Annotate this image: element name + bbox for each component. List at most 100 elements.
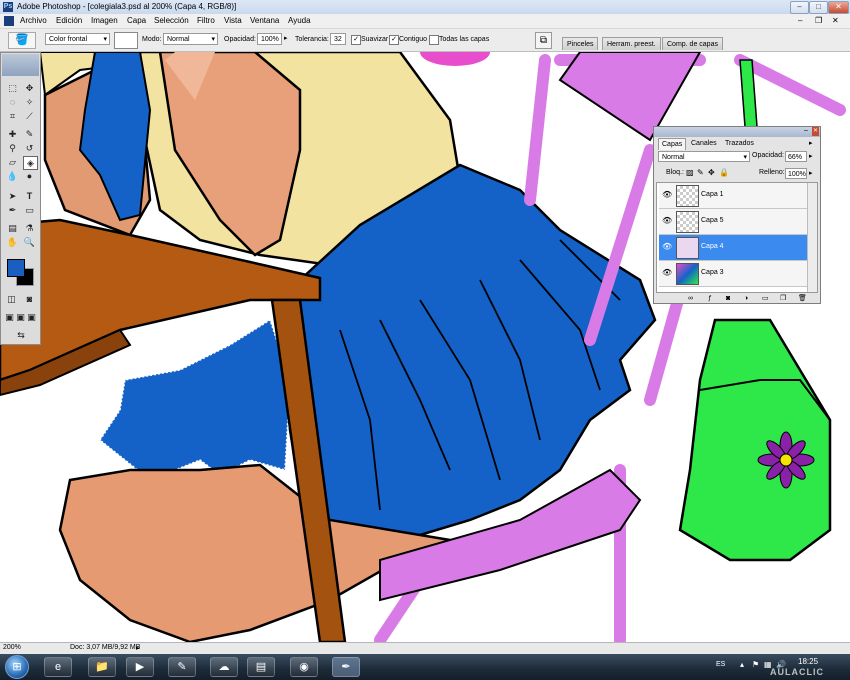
menu-archivo[interactable]: Archivo (20, 16, 47, 25)
tab-capas[interactable]: Capas (658, 138, 687, 150)
layer-row-capa-3[interactable]: 👁 Capa 3 (659, 261, 815, 287)
doc-close-icon[interactable]: ✕ (832, 16, 839, 25)
move-tool-icon[interactable]: ✥ (23, 82, 36, 94)
layer-style-icon[interactable]: ƒ (708, 294, 712, 303)
paint-bucket-tool-icon[interactable]: ◈ (23, 156, 38, 170)
history-brush-tool-icon[interactable]: ↺ (23, 142, 36, 154)
all-layers-checkbox[interactable] (429, 35, 439, 45)
taskbar-ie[interactable]: e (44, 657, 72, 677)
blur-tool-icon[interactable]: 💧 (6, 170, 19, 182)
document-icon[interactable] (4, 16, 14, 26)
magic-wand-tool-icon[interactable]: ✧ (23, 96, 36, 108)
layers-panel-titlebar[interactable]: – ✕ (654, 127, 820, 137)
maximize-button[interactable]: □ (809, 1, 828, 14)
lock-position-icon[interactable]: ✥ (708, 168, 715, 177)
screen-mode-standard-icon[interactable]: ▣ (4, 311, 15, 323)
quick-mask-icon[interactable]: ◙ (23, 293, 36, 305)
type-tool-icon[interactable]: T (23, 190, 36, 202)
foreground-color-swatch[interactable] (7, 259, 25, 277)
panel-opacity-arrow-icon[interactable]: ▸ (809, 152, 813, 160)
mode-select[interactable]: Normal ▾ (163, 33, 218, 45)
tray-arrow-icon[interactable]: ▴ (740, 660, 744, 669)
layer-mask-icon[interactable]: ◙ (726, 294, 730, 303)
tool-preset-picker[interactable]: 🪣 (8, 32, 36, 49)
link-layers-icon[interactable]: ∞ (688, 294, 693, 303)
menu-filtro[interactable]: Filtro (197, 16, 215, 25)
menu-edicion[interactable]: Edición (56, 16, 82, 25)
marquee-tool-icon[interactable]: ⬚ (6, 82, 19, 94)
lock-all-icon[interactable]: 🔒 (719, 168, 729, 177)
slice-tool-icon[interactable]: ⟋ (23, 110, 36, 122)
shape-tool-icon[interactable]: ▭ (23, 204, 36, 216)
contiguous-checkbox[interactable]: ✓ (389, 35, 399, 45)
layer-row-capa-1[interactable]: 👁 Capa 1 (659, 183, 815, 209)
tab-pinceles[interactable]: Pinceles (562, 37, 599, 50)
pen-tool-icon[interactable]: ✒ (6, 204, 19, 216)
clock-time[interactable]: 18:25 (798, 657, 818, 666)
trash-icon[interactable]: 🗑 (798, 294, 807, 303)
lock-image-icon[interactable]: ✎ (697, 168, 704, 177)
antialias-checkbox[interactable]: ✓ (351, 35, 361, 45)
clone-stamp-tool-icon[interactable]: ⚲ (6, 142, 19, 154)
fill-source-select[interactable]: Color frontal ▾ (45, 33, 110, 45)
dodge-tool-icon[interactable]: ● (23, 170, 36, 182)
menu-capa[interactable]: Capa (127, 16, 146, 25)
doc-minimize-icon[interactable]: – (798, 16, 802, 25)
file-browser-button[interactable]: ⧉ (535, 32, 552, 49)
path-selection-tool-icon[interactable]: ➤ (6, 190, 19, 202)
screen-mode-full-menu-icon[interactable]: ▣ (15, 311, 26, 323)
taskbar-app-5[interactable]: ☁ (210, 657, 238, 677)
zoom-tool-icon[interactable]: 🔍 (23, 236, 36, 248)
start-button[interactable]: ⊞ (5, 655, 29, 679)
tab-comp-capas[interactable]: Comp. de capas (662, 37, 723, 50)
taskbar-app-4[interactable]: ✎ (168, 657, 196, 677)
panel-menu-icon[interactable]: ▸ (809, 139, 813, 147)
new-layer-icon[interactable]: ❐ (780, 294, 786, 303)
menu-vista[interactable]: Vista (224, 16, 242, 25)
hand-tool-icon[interactable]: ✋ (6, 236, 19, 248)
visibility-eye-icon[interactable]: 👁 (662, 242, 672, 252)
new-group-icon[interactable]: ▭ (762, 294, 769, 303)
menu-seleccion[interactable]: Selección (154, 16, 189, 25)
layers-scrollbar[interactable] (807, 183, 817, 292)
doc-restore-icon[interactable]: ❐ (815, 16, 822, 25)
status-arrow-icon[interactable]: ▸ (136, 644, 140, 652)
blend-mode-select[interactable]: Normal ▾ (658, 151, 750, 162)
zoom-level[interactable]: 200% (3, 644, 21, 651)
panel-opacity-input[interactable]: 66% (785, 151, 807, 162)
fill-arrow-icon[interactable]: ▸ (809, 169, 813, 177)
panel-minimize-icon[interactable]: – (804, 127, 808, 134)
pattern-swatch[interactable] (114, 32, 138, 49)
taskbar-photoshop[interactable]: ✒ (332, 657, 360, 677)
lock-transparency-icon[interactable]: ▨ (686, 168, 694, 177)
taskbar-app-6[interactable]: ▤ (247, 657, 275, 677)
eyedropper-tool-icon[interactable]: ⚗ (23, 222, 36, 234)
brush-tool-icon[interactable]: ✎ (23, 128, 36, 140)
opacity-arrow-icon[interactable]: ▸ (284, 34, 288, 42)
visibility-eye-icon[interactable]: 👁 (662, 268, 672, 278)
tray-flag-icon[interactable]: ⚑ (752, 660, 759, 669)
menu-imagen[interactable]: Imagen (91, 16, 118, 25)
tolerance-input[interactable]: 32 (330, 33, 346, 45)
adjustment-layer-icon[interactable]: ◑ (744, 294, 748, 303)
visibility-eye-icon[interactable]: 👁 (662, 216, 672, 226)
menu-ventana[interactable]: Ventana (250, 16, 279, 25)
menu-ayuda[interactable]: Ayuda (288, 16, 311, 25)
screen-mode-full-icon[interactable]: ▣ (26, 311, 37, 323)
eraser-tool-icon[interactable]: ▱ (6, 156, 19, 168)
taskbar-explorer[interactable]: 📁 (88, 657, 116, 677)
jump-to-imageready-icon[interactable]: ⇆ (6, 329, 36, 341)
tab-herram-preest[interactable]: Herram. preest. (602, 37, 661, 50)
minimize-button[interactable]: – (790, 1, 809, 14)
taskbar-chrome[interactable]: ◉ (290, 657, 318, 677)
layer-row-capa-4[interactable]: 👁 Capa 4 (659, 235, 815, 261)
notes-tool-icon[interactable]: ▤ (6, 222, 19, 234)
close-button[interactable]: ✕ (828, 1, 849, 14)
fill-input[interactable]: 100% (785, 168, 807, 179)
tab-canales[interactable]: Canales (688, 138, 720, 149)
lasso-tool-icon[interactable]: ◌ (6, 96, 19, 108)
taskbar-media-player[interactable]: ▶ (126, 657, 154, 677)
standard-mode-icon[interactable]: ◫ (5, 293, 18, 305)
language-indicator[interactable]: ES (716, 661, 725, 668)
crop-tool-icon[interactable]: ⌗ (6, 110, 19, 122)
